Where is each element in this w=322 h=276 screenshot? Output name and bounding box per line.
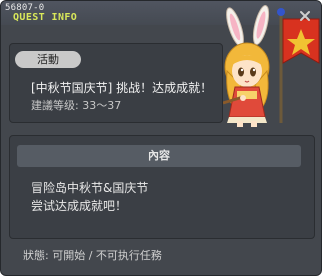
category-badge: 活動 [15, 51, 81, 68]
quest-status: 狀態: 可開始 / 不可执行任務 [23, 249, 162, 262]
content-line: 尝试达成成就吧！ [31, 199, 128, 213]
content-header: 內容 [17, 145, 301, 167]
close-icon [300, 11, 310, 21]
quest-title: [中秋节国庆节] 挑战！达成成就！ [31, 81, 213, 95]
quest-flag-icon [282, 18, 320, 64]
window-title: QUEST INFO [13, 12, 78, 23]
close-button[interactable] [299, 7, 311, 21]
character-illustration [221, 5, 321, 127]
quest-info-window: 56807-0 QUEST INFO 活動 [中秋节国庆节] 挑战！达成成就！ … [0, 0, 322, 276]
recommended-level: 建議等级: 33～37 [31, 99, 122, 112]
bunny-girl-character-icon [222, 5, 320, 127]
content-line: 冒险岛中秋节&国庆节 [31, 181, 149, 195]
